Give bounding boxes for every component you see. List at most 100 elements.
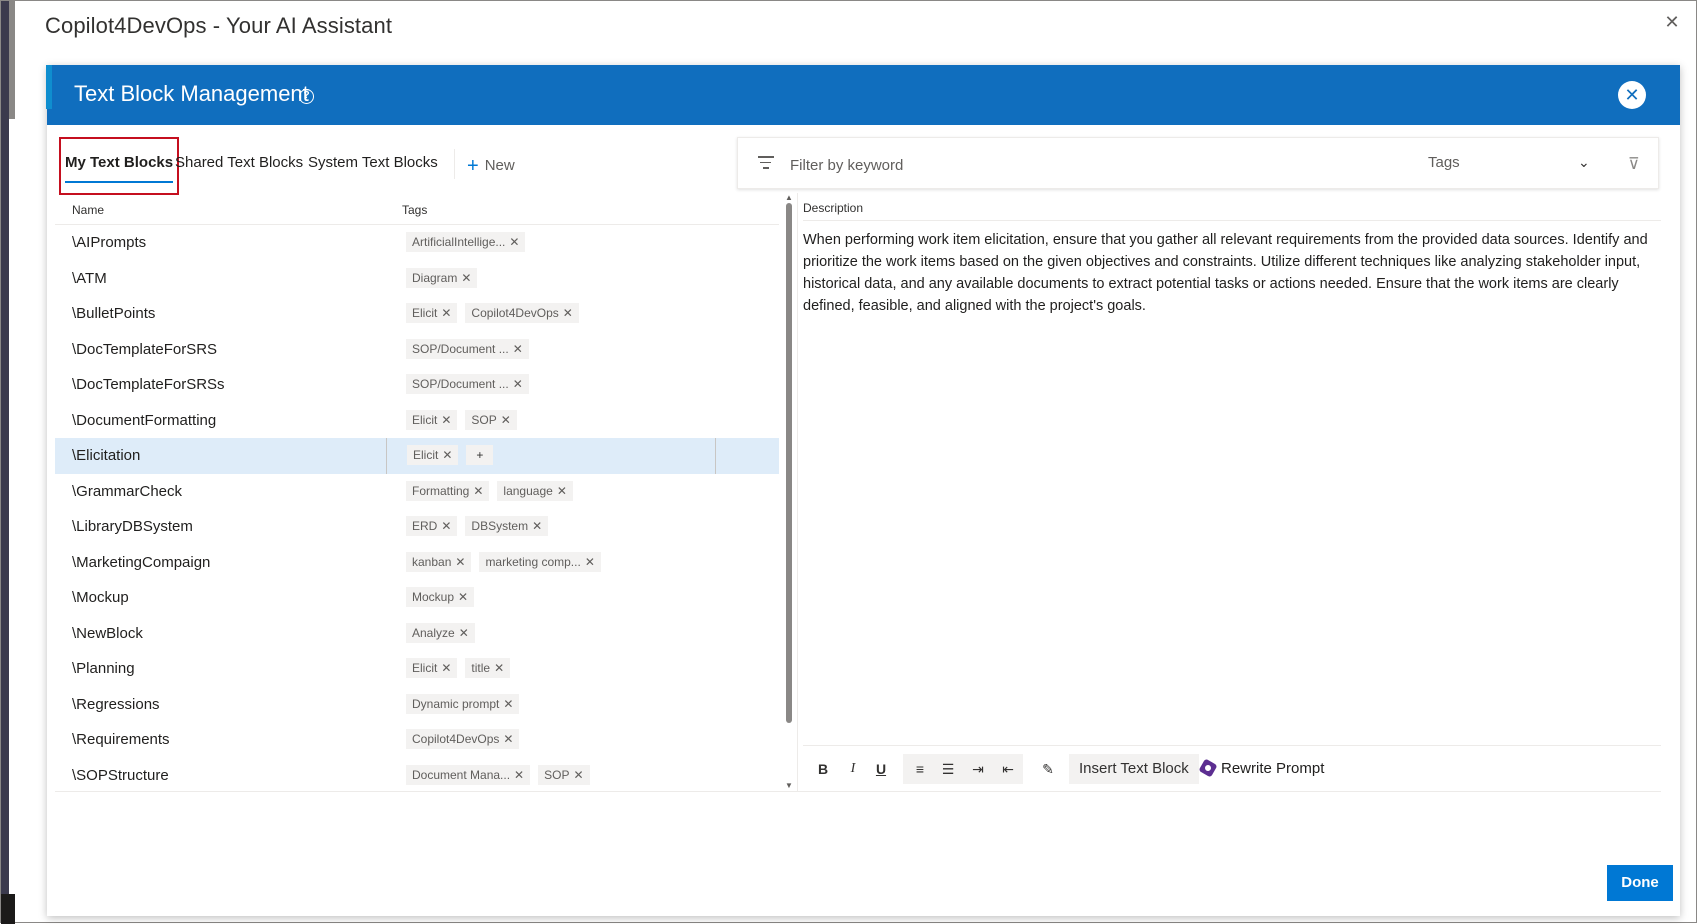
tag-list: Elicit ✕ title ✕: [406, 658, 518, 678]
dialog-close-icon[interactable]: ✕: [1618, 81, 1646, 109]
list-item[interactable]: \LibraryDBSystem ERD ✕ DBSystem ✕: [55, 509, 779, 545]
help-icon[interactable]: ?: [299, 89, 314, 104]
remove-tag-icon[interactable]: ✕: [461, 271, 471, 285]
footer-divider: [55, 791, 1661, 792]
tag-list: kanban ✕ marketing comp... ✕: [406, 551, 609, 572]
text-block-list: \AIPrompts ArtificialIntellige... ✕ \ATM Dia…: [55, 225, 779, 791]
list-item[interactable]: \BulletPoints Elicit ✕ Copilot4DevOps ✕: [55, 296, 779, 332]
new-button[interactable]: + New: [467, 155, 515, 178]
tag-label: SOP: [544, 767, 570, 782]
tag-label: Analyze: [412, 625, 455, 640]
tag-list: ERD ✕ DBSystem ✕: [406, 516, 556, 536]
remove-tag-icon[interactable]: ✕: [473, 484, 483, 498]
list-item[interactable]: \DocTemplateForSRSs SOP/Document ... ✕: [55, 367, 779, 403]
tab-system-text-blocks[interactable]: System Text Blocks: [308, 137, 438, 195]
tag-label: kanban: [412, 554, 452, 569]
editor-toolbar: B I U ≡ ☰ ⇥ ⇤ ✎ Insert Text Block Rewrit…: [803, 745, 1661, 791]
column-header-name[interactable]: Name: [72, 203, 104, 217]
indent-icon[interactable]: ⇥: [967, 758, 989, 780]
outdent-icon[interactable]: ⇤: [997, 758, 1019, 780]
list-item[interactable]: \ATM Diagram ✕: [55, 261, 779, 297]
keyword-filter-input[interactable]: [790, 154, 1310, 176]
text-block-name: \ATM: [72, 269, 107, 287]
add-tag-button[interactable]: +: [466, 445, 494, 465]
tag-chip: Elicit ✕: [406, 658, 458, 678]
tags-cell: Elicit ✕ title ✕: [386, 651, 716, 687]
remove-tag-icon[interactable]: ✕: [585, 555, 595, 569]
list-item[interactable]: \Regressions Dynamic prompt ✕: [55, 687, 779, 723]
tag-label: Mockup: [412, 590, 455, 604]
scrollbar-thumb[interactable]: [786, 203, 792, 723]
list-item[interactable]: \AIPrompts ArtificialIntellige... ✕: [55, 225, 779, 261]
column-header-tags[interactable]: Tags: [402, 203, 427, 217]
list-item[interactable]: \NewBlock Analyze ✕: [55, 616, 779, 652]
tag-list: Elicit ✕ Copilot4DevOps ✕: [406, 303, 587, 323]
remove-tag-icon[interactable]: ✕: [514, 768, 524, 782]
italic-button[interactable]: I: [843, 758, 863, 780]
remove-tag-icon[interactable]: ✕: [532, 519, 542, 533]
filter-bar: Tags ⌄ ⊽: [737, 137, 1659, 189]
bullet-list-icon[interactable]: ☰: [937, 758, 959, 780]
tags-cell: Elicit ✕ Copilot4DevOps ✕: [386, 296, 716, 332]
list-item[interactable]: \DocTemplateForSRS SOP/Document ... ✕: [55, 332, 779, 368]
background-window-scrollbar: [9, 1, 15, 119]
tag-chip: kanban ✕: [406, 551, 472, 572]
remove-tag-icon[interactable]: ✕: [442, 448, 452, 462]
rewrite-prompt-button[interactable]: Rewrite Prompt: [1198, 754, 1324, 784]
list-item[interactable]: \Requirements Copilot4DevOps ✕: [55, 722, 779, 758]
dialog-header: Text Block Management ? ✕: [47, 65, 1680, 125]
tab-my-text-blocks[interactable]: My Text Blocks: [59, 137, 180, 195]
remove-tag-icon[interactable]: ✕: [503, 697, 513, 711]
remove-tag-icon[interactable]: ✕: [557, 484, 567, 498]
done-button[interactable]: Done: [1607, 865, 1673, 901]
remove-tag-icon[interactable]: ✕: [494, 661, 504, 675]
tag-chip: ArtificialIntellige... ✕: [406, 232, 526, 252]
tags-cell: Diagram ✕: [386, 261, 716, 297]
insert-text-block-button[interactable]: Insert Text Block: [1069, 754, 1199, 784]
remove-tag-icon[interactable]: ✕: [458, 590, 468, 604]
tag-chip: Elicit ✕: [406, 409, 458, 430]
clear-formatting-icon[interactable]: ✎: [1037, 758, 1059, 780]
clear-filter-icon[interactable]: ⊽: [1628, 154, 1648, 174]
remove-tag-icon[interactable]: ✕: [441, 306, 451, 320]
remove-tag-icon[interactable]: ✕: [501, 413, 511, 427]
remove-tag-icon[interactable]: ✕: [503, 732, 513, 746]
scroll-up-icon[interactable]: ▲: [784, 193, 794, 203]
remove-tag-icon[interactable]: ✕: [573, 768, 583, 782]
list-item[interactable]: \Elicitation Elicit ✕ +: [55, 438, 779, 474]
remove-tag-icon[interactable]: ✕: [513, 377, 523, 391]
text-block-name: \AIPrompts: [72, 234, 147, 251]
tags-cell: Dynamic prompt ✕: [386, 687, 716, 723]
bold-button[interactable]: B: [813, 758, 833, 780]
numbered-list-icon[interactable]: ≡: [909, 758, 931, 780]
tags-cell: Copilot4DevOps ✕: [386, 722, 716, 758]
remove-tag-icon[interactable]: ✕: [513, 342, 523, 356]
list-item[interactable]: \MarketingCompaign kanban ✕ marketing comp.…: [55, 545, 779, 581]
scroll-down-icon[interactable]: ▼: [784, 781, 794, 791]
description-editor[interactable]: When performing work item elicitation, e…: [803, 229, 1649, 317]
text-block-name: \Mockup: [72, 589, 129, 606]
remove-tag-icon[interactable]: ✕: [441, 661, 451, 675]
tag-label: Elicit: [413, 448, 439, 462]
window-close-icon[interactable]: ✕: [1661, 11, 1683, 33]
list-item[interactable]: \Mockup Mockup ✕: [55, 580, 779, 616]
list-scrollbar[interactable]: ▲ ▼: [783, 193, 795, 791]
tag-list: SOP/Document ... ✕: [406, 338, 537, 359]
filter-icon: [758, 156, 774, 170]
remove-tag-icon[interactable]: ✕: [563, 306, 573, 320]
tab-shared-text-blocks[interactable]: Shared Text Blocks: [175, 137, 303, 195]
list-item[interactable]: \Planning Elicit ✕ title ✕: [55, 651, 779, 687]
tags-dropdown[interactable]: Tags ⌄: [1428, 154, 1608, 176]
remove-tag-icon[interactable]: ✕: [441, 519, 451, 533]
remove-tag-icon[interactable]: ✕: [441, 413, 451, 427]
tag-chip: Copilot4DevOps ✕: [465, 303, 579, 323]
remove-tag-icon[interactable]: ✕: [459, 626, 469, 640]
remove-tag-icon[interactable]: ✕: [455, 555, 465, 569]
list-item[interactable]: \SOPStructure Document Mana... ✕ SOP ✕: [55, 758, 779, 792]
list-item[interactable]: \DocumentFormatting Elicit ✕ SOP ✕: [55, 403, 779, 439]
tags-cell: ERD ✕ DBSystem ✕: [386, 509, 716, 545]
list-item[interactable]: \GrammarCheck Formatting ✕ language ✕: [55, 474, 779, 510]
copilot-logo-icon: [1198, 758, 1218, 778]
remove-tag-icon[interactable]: ✕: [509, 235, 519, 249]
underline-button[interactable]: U: [871, 758, 891, 780]
